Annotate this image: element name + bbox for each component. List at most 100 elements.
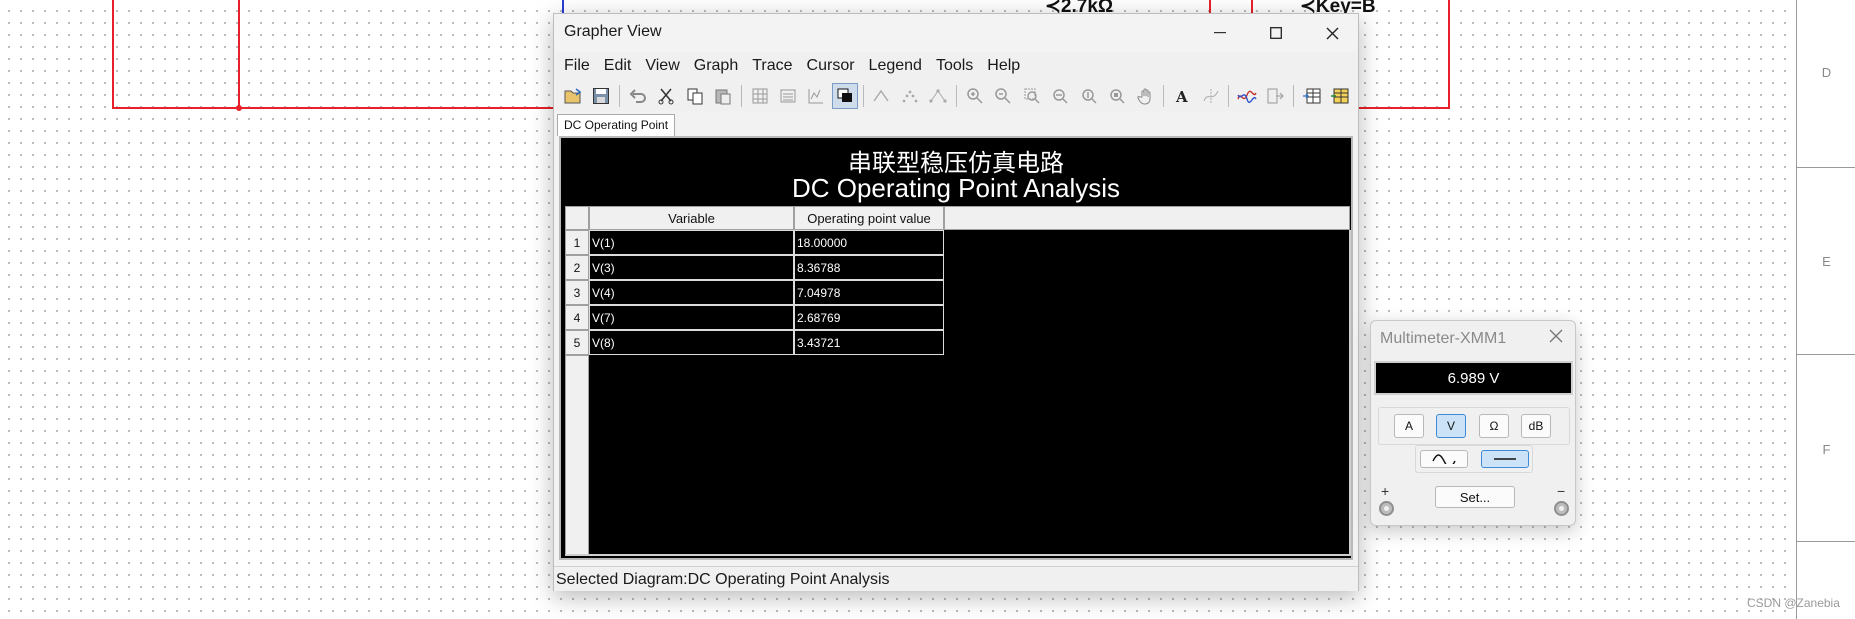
row-number[interactable]: 4 (565, 305, 589, 330)
window-title: Grapher View (564, 23, 662, 40)
table-cell-value[interactable]: 8.36788 (794, 255, 944, 280)
multimeter-close-button[interactable] (1549, 327, 1563, 348)
column-header-value[interactable]: Operating point value (794, 206, 944, 230)
border-row (1797, 0, 1855, 168)
table-cell-variable[interactable]: V(1) (589, 230, 794, 255)
table-cell-variable[interactable]: V(8) (589, 330, 794, 355)
plot-area: 串联型稳压仿真电路 DC Operating Point Analysis Va… (559, 136, 1353, 560)
row-number[interactable]: 5 (565, 330, 589, 355)
close-button[interactable] (1304, 14, 1360, 52)
menu-help[interactable]: Help (987, 57, 1020, 75)
minimize-button[interactable] (1192, 14, 1248, 52)
zoom-area-button[interactable] (1019, 83, 1044, 109)
menu-edit[interactable]: Edit (604, 57, 632, 75)
excel-export-button[interactable] (1328, 83, 1353, 109)
toolbar-separator (1163, 85, 1165, 107)
menu-legend[interactable]: Legend (869, 57, 922, 75)
wire-blue-stub (562, 0, 564, 14)
zoom-full-button[interactable] (1104, 83, 1129, 109)
grid-button[interactable] (747, 83, 772, 109)
trace-line-button[interactable] (869, 83, 894, 109)
maximize-button[interactable] (1248, 14, 1304, 52)
menubar: File Edit View Graph Trace Cursor Legend… (554, 52, 1358, 80)
zoom-x-button[interactable] (1047, 83, 1072, 109)
row-header-filler (565, 355, 589, 556)
wire-red-stub-2 (1251, 0, 1253, 14)
menu-view[interactable]: View (645, 57, 679, 75)
export-icon (1267, 88, 1285, 104)
grid-export-button[interactable] (1299, 83, 1324, 109)
plot-title: DC Operating Point Analysis (791, 173, 1121, 203)
border-letter-e: E (1822, 254, 1831, 269)
grid-border-bottom (565, 554, 1351, 556)
chart-toggle-button[interactable] (804, 83, 829, 109)
wire-bottom-right (1358, 107, 1450, 109)
column-header-variable[interactable]: Variable (589, 206, 794, 230)
mode-button-ohmmeter[interactable]: Ω (1479, 414, 1509, 438)
paste-button[interactable] (710, 83, 735, 109)
watermark: CSDN @Zanebia (1747, 596, 1840, 610)
mode-button-decibel[interactable]: dB (1521, 414, 1551, 438)
grapher-titlebar[interactable]: Grapher View (554, 14, 1358, 52)
save-button[interactable] (588, 83, 613, 109)
legend-button[interactable] (775, 83, 800, 109)
ac-wave-icon (1432, 454, 1456, 464)
cursor-button[interactable] (1198, 83, 1223, 109)
pan-button[interactable] (1133, 83, 1158, 109)
dc-coupling-button[interactable] (1481, 450, 1529, 468)
cut-button[interactable] (653, 83, 678, 109)
wire-red-stub-1 (1209, 0, 1211, 14)
menu-file[interactable]: File (564, 57, 590, 75)
wire-right-vertical (1448, 0, 1450, 109)
plus-terminal[interactable] (1379, 501, 1394, 516)
row-number[interactable]: 1 (565, 230, 589, 255)
undo-button[interactable] (625, 83, 650, 109)
ac-coupling-button[interactable] (1420, 450, 1468, 468)
mode-button-voltmeter[interactable]: V (1436, 414, 1466, 438)
menu-cursor[interactable]: Cursor (807, 57, 855, 75)
sheet-border: D E F (1796, 0, 1855, 619)
table-cell-value[interactable]: 2.68769 (794, 305, 944, 330)
table-cell-value[interactable]: 7.04978 (794, 280, 944, 305)
trace-linedots-button[interactable] (926, 83, 951, 109)
table-cell-variable[interactable]: V(3) (589, 255, 794, 280)
multimeter-title: Multimeter-XMM1 (1380, 330, 1507, 347)
settings-button[interactable]: Set... (1435, 486, 1515, 508)
trace-dots-button[interactable] (897, 83, 922, 109)
table-cell-value[interactable]: 18.00000 (794, 230, 944, 255)
text-button[interactable]: A (1169, 83, 1194, 109)
table-cell-variable[interactable]: V(4) (589, 280, 794, 305)
waveform-button[interactable] (1234, 83, 1259, 109)
dc-line-icon (1494, 458, 1516, 460)
export-button[interactable] (1263, 83, 1288, 109)
row-number[interactable]: 2 (565, 255, 589, 280)
row-number[interactable]: 3 (565, 280, 589, 305)
toolbar-separator (1228, 85, 1230, 107)
mode-button-ammeter[interactable]: A (1394, 414, 1424, 438)
menu-trace[interactable]: Trace (752, 57, 792, 75)
grid-icon (752, 88, 768, 104)
overlay-button[interactable] (832, 83, 858, 109)
minus-terminal[interactable] (1554, 501, 1569, 516)
undo-icon (629, 89, 646, 103)
zoom-x-icon (1053, 89, 1068, 104)
zoom-in-icon (967, 88, 983, 104)
menu-tools[interactable]: Tools (936, 57, 973, 75)
tab-dc-operating-point[interactable]: DC Operating Point (557, 114, 676, 136)
table-cell-value[interactable]: 3.43721 (794, 330, 944, 355)
zoom-out-button[interactable] (991, 83, 1016, 109)
border-letter-f: F (1822, 442, 1831, 457)
toolbar-separator (740, 85, 742, 107)
copy-button[interactable] (682, 83, 707, 109)
menu-graph[interactable]: Graph (694, 57, 738, 75)
toolbar-separator (956, 85, 958, 107)
grid-border-right (1349, 230, 1351, 556)
multimeter-window: Multimeter-XMM1 6.989 V A V Ω dB + − Set… (1370, 320, 1576, 526)
zoom-y-button[interactable] (1076, 83, 1101, 109)
open-button[interactable] (560, 83, 585, 109)
zoom-in-button[interactable] (962, 83, 987, 109)
toolbar-separator (1293, 85, 1295, 107)
grid-export-icon (1302, 88, 1321, 104)
zoom-full-icon (1110, 89, 1125, 104)
table-cell-variable[interactable]: V(7) (589, 305, 794, 330)
